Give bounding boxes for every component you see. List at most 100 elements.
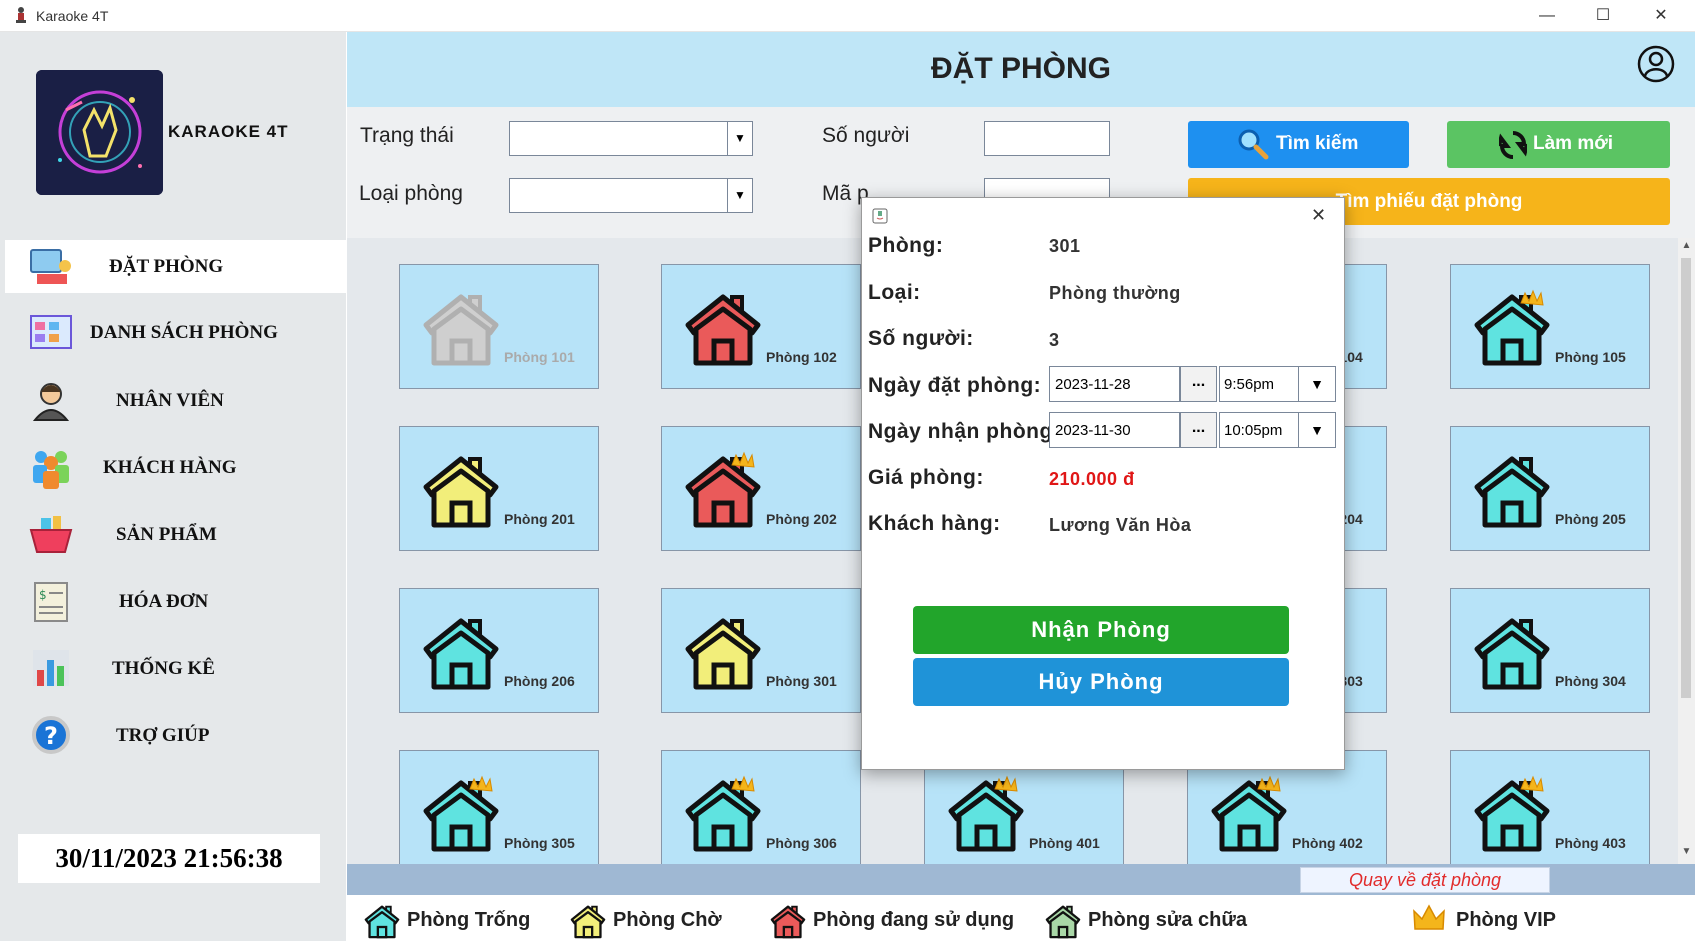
scroll-down-icon[interactable]: ▼ [1678, 846, 1695, 860]
house-icon [948, 775, 1024, 852]
sidebar-item-label: SẢN PHẨM [116, 524, 217, 545]
sidebar-item-invoice[interactable]: $ HÓA ĐƠN [5, 575, 346, 628]
search-button[interactable]: Tìm kiếm [1188, 121, 1409, 168]
sidebar-item-products[interactable]: SẢN PHẨM [5, 508, 346, 561]
page-header: ĐẶT PHÒNG [347, 32, 1695, 107]
svg-text:?: ? [44, 722, 58, 750]
sidebar-item-help[interactable]: ? TRỢ GIÚP [5, 709, 346, 762]
room-tile-label: Phòng 102 [766, 349, 837, 365]
sidebar-item-booking[interactable]: ĐẶT PHÒNG [5, 240, 346, 293]
checkin-date-field[interactable]: 2023-11-30 [1049, 412, 1180, 448]
room-tile[interactable]: Phòng 105 [1450, 264, 1650, 389]
checkin-button[interactable]: Nhận Phòng [913, 606, 1289, 654]
refresh-icon [1499, 131, 1527, 159]
clock-display: 30/11/2023 21:56:38 [55, 843, 283, 873]
room-tile-label: Phòng 201 [504, 511, 575, 527]
house-icon [423, 618, 499, 690]
room-value: 301 [1049, 236, 1081, 256]
room-tile[interactable]: Phòng 205 [1450, 426, 1650, 551]
booking-icon [30, 249, 71, 284]
room-tile-label: Phòng 403 [1555, 835, 1626, 851]
sidebar-item-label: ĐẶT PHÒNG [109, 256, 224, 277]
room-type-combo[interactable]: ▼ [509, 178, 753, 213]
refresh-button[interactable]: Làm mới [1447, 121, 1670, 168]
room-tile[interactable]: Phòng 305 [399, 750, 599, 864]
close-window-button[interactable]: ✕ [1638, 4, 1684, 28]
checkin-time-field[interactable]: 10:05pm ▼ [1219, 412, 1336, 448]
customer-value: Lương Văn Hòa [1049, 515, 1192, 535]
scroll-thumb[interactable] [1681, 258, 1691, 698]
checkin-date-picker-button[interactable]: ... [1180, 412, 1217, 448]
dialog-close-button[interactable]: ✕ [1311, 205, 1326, 226]
room-tile[interactable]: Phòng 304 [1450, 588, 1650, 713]
statistics-icon [33, 650, 69, 686]
price-label: Giá phòng: [868, 466, 984, 489]
checkin-time-value: 10:05pm [1224, 422, 1283, 439]
minimize-button[interactable]: — [1524, 4, 1570, 28]
sidebar-item-employee[interactable]: NHÂN VIÊN [5, 374, 346, 427]
room-tile[interactable]: Phòng 201 [399, 426, 599, 551]
sidebar-item-label: HÓA ĐƠN [119, 591, 209, 612]
chevron-down-icon[interactable]: ▼ [1298, 413, 1335, 447]
grid-scrollbar[interactable]: ▲ ▼ [1678, 238, 1695, 864]
java-app-icon [872, 208, 888, 224]
window-title: Karaoke 4T [36, 8, 109, 24]
room-tile[interactable]: Phòng 206 [399, 588, 599, 713]
room-tile[interactable]: Phòng 202 [661, 426, 861, 551]
house-icon [685, 775, 761, 852]
room-tile-label: Phòng 205 [1555, 511, 1626, 527]
scroll-up-icon[interactable]: ▲ [1678, 240, 1695, 254]
booked-date-picker-button[interactable]: ... [1180, 366, 1217, 402]
room-tile[interactable]: Phòng 101 [399, 264, 599, 389]
room-tile-label: Phòng 306 [766, 835, 837, 851]
legend-label: Phòng đang sử dụng [813, 909, 1015, 931]
room-tile-label: Phòng 401 [1029, 835, 1100, 851]
people-input[interactable] [984, 121, 1110, 156]
status-legend: Phòng Trống Phòng Chờ Phòng đang sử dụng… [347, 895, 1695, 941]
clock-panel: 30/11/2023 21:56:38 [18, 834, 320, 883]
sidebar-item-label: KHÁCH HÀNG [103, 457, 237, 478]
people-label: Số người [822, 124, 910, 147]
status-label: Trạng thái [360, 124, 454, 147]
maximize-button[interactable]: ☐ [1580, 4, 1626, 28]
booked-time-value: 9:56pm [1224, 376, 1275, 393]
refresh-button-label: Làm mới [1533, 133, 1614, 154]
room-tile[interactable]: Phòng 301 [661, 588, 861, 713]
price-value: 210.000 đ [1049, 469, 1135, 489]
room-tile[interactable]: Phòng 102 [661, 264, 861, 389]
sidebar-item-customers[interactable]: KHÁCH HÀNG [5, 441, 346, 494]
house-icon [685, 618, 761, 690]
sidebar-item-room-list[interactable]: DANH SÁCH PHÒNG [5, 306, 346, 359]
customers-icon [33, 451, 69, 489]
products-icon [29, 516, 73, 553]
sidebar-item-label: TRỢ GIÚP [116, 725, 210, 746]
room-tile-label: Phòng 305 [504, 835, 575, 851]
booked-date-field[interactable]: 2023-11-28 [1049, 366, 1180, 402]
type-label: Loại: [868, 281, 921, 304]
room-label: Phòng: [868, 234, 944, 257]
house-icon [1474, 775, 1550, 852]
customer-label: Khách hàng: [868, 512, 1001, 535]
cancel-booking-button[interactable]: Hủy Phòng [913, 658, 1289, 706]
chevron-down-icon[interactable]: ▼ [727, 122, 752, 155]
room-tile-label: Phòng 301 [766, 673, 837, 689]
chevron-down-icon[interactable]: ▼ [727, 179, 752, 212]
room-tile[interactable]: Phòng 403 [1450, 750, 1650, 864]
room-type-label: Loại phòng [359, 182, 463, 205]
house-icon [423, 456, 499, 528]
room-tile-label: Phòng 402 [1292, 835, 1363, 851]
karaoke-logo [36, 70, 163, 195]
chevron-down-icon[interactable]: ▼ [1298, 367, 1335, 401]
house-icon [1474, 456, 1550, 528]
booked-time-field[interactable]: 9:56pm ▼ [1219, 366, 1336, 402]
user-account-icon[interactable] [1637, 45, 1675, 83]
room-tile[interactable]: Phòng 306 [661, 750, 861, 864]
sidebar-item-statistics[interactable]: THỐNG KÊ [5, 642, 346, 695]
back-to-booking-button[interactable]: Quay về đặt phòng [1300, 867, 1550, 893]
type-value: Phòng thường [1049, 283, 1181, 303]
status-combo[interactable]: ▼ [509, 121, 753, 156]
legend-label: Phòng VIP [1456, 909, 1556, 931]
house-icon [423, 294, 499, 366]
room-tile-label: Phòng 304 [1555, 673, 1626, 689]
legend-label: Phòng Trống [407, 909, 531, 931]
